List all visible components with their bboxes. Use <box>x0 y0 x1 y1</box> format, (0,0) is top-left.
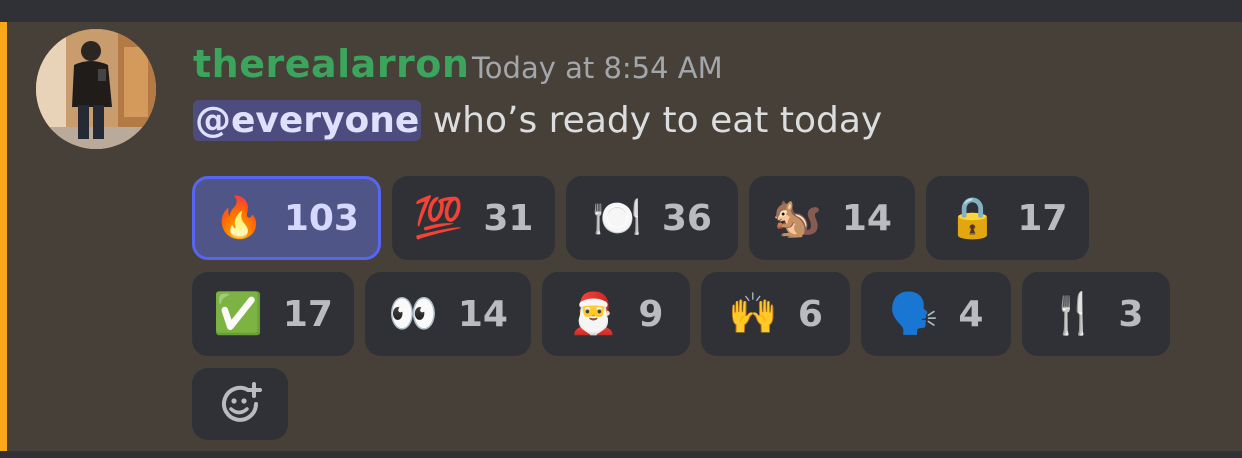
reaction-count: 14 <box>841 197 892 239</box>
santa-icon: 🎅 <box>568 291 619 337</box>
lock-icon: 🔒 <box>947 195 998 241</box>
message-timestamp: Today at 8:54 AM <box>472 51 723 85</box>
smiley-plus-icon <box>222 382 262 422</box>
reaction-count: 14 <box>457 293 508 335</box>
fire-icon: 🔥 <box>214 195 264 241</box>
reaction-count: 6 <box>797 293 823 335</box>
raising-hands-icon: 🙌 <box>728 291 778 337</box>
reaction-count: 36 <box>661 197 712 239</box>
message-text: who’s ready to eat today <box>421 100 883 141</box>
mention-highlight-bar <box>0 22 7 451</box>
reaction-count: 4 <box>958 293 984 335</box>
avatar-photo <box>36 29 156 149</box>
reaction-count: 17 <box>282 293 333 335</box>
message-author[interactable]: therealarron <box>193 40 469 88</box>
reaction-santa[interactable]: 🎅 9 <box>542 272 690 356</box>
eyes-icon: 👀 <box>388 291 438 337</box>
fork-and-knife-icon: 🍴 <box>1048 291 1099 337</box>
reaction-chipmunk[interactable]: 🐿️ 14 <box>749 176 915 260</box>
check-mark-icon: ✅ <box>213 291 263 337</box>
everyone-mention[interactable]: @everyone <box>193 100 422 141</box>
message-content: @everyone who’s ready to eat today <box>193 94 882 148</box>
chipmunk-icon: 🐿️ <box>772 195 822 241</box>
channel-bottom-edge <box>0 451 1242 458</box>
reaction-lock[interactable]: 🔒 17 <box>926 176 1089 260</box>
reaction-fire[interactable]: 🔥 103 <box>192 176 381 260</box>
avatar[interactable] <box>36 29 156 149</box>
hundred-points-icon: 💯 <box>413 195 464 241</box>
add-reaction-button[interactable] <box>192 368 288 440</box>
reaction-eyes[interactable]: 👀 14 <box>365 272 531 356</box>
reaction-plate[interactable]: 🍽️ 36 <box>566 176 738 260</box>
reaction-fork-and-knife[interactable]: 🍴 3 <box>1022 272 1170 356</box>
reaction-count: 9 <box>638 293 664 335</box>
reaction-check-mark[interactable]: ✅ 17 <box>192 272 354 356</box>
fork-and-knife-with-plate-icon: 🍽️ <box>592 195 642 241</box>
reaction-speaking-head[interactable]: 🗣️ 4 <box>861 272 1011 356</box>
channel-top-edge <box>0 0 1242 22</box>
reaction-count: 17 <box>1017 197 1068 239</box>
chat-message: therealarron Today at 8:54 AM @everyone … <box>0 22 1242 451</box>
reaction-hundred-points[interactable]: 💯 31 <box>392 176 555 260</box>
reaction-count: 3 <box>1118 293 1144 335</box>
reaction-count: 103 <box>283 197 359 239</box>
speaking-head-icon: 🗣️ <box>888 291 939 337</box>
reaction-raising-hands[interactable]: 🙌 6 <box>701 272 850 356</box>
reaction-count: 31 <box>483 197 534 239</box>
